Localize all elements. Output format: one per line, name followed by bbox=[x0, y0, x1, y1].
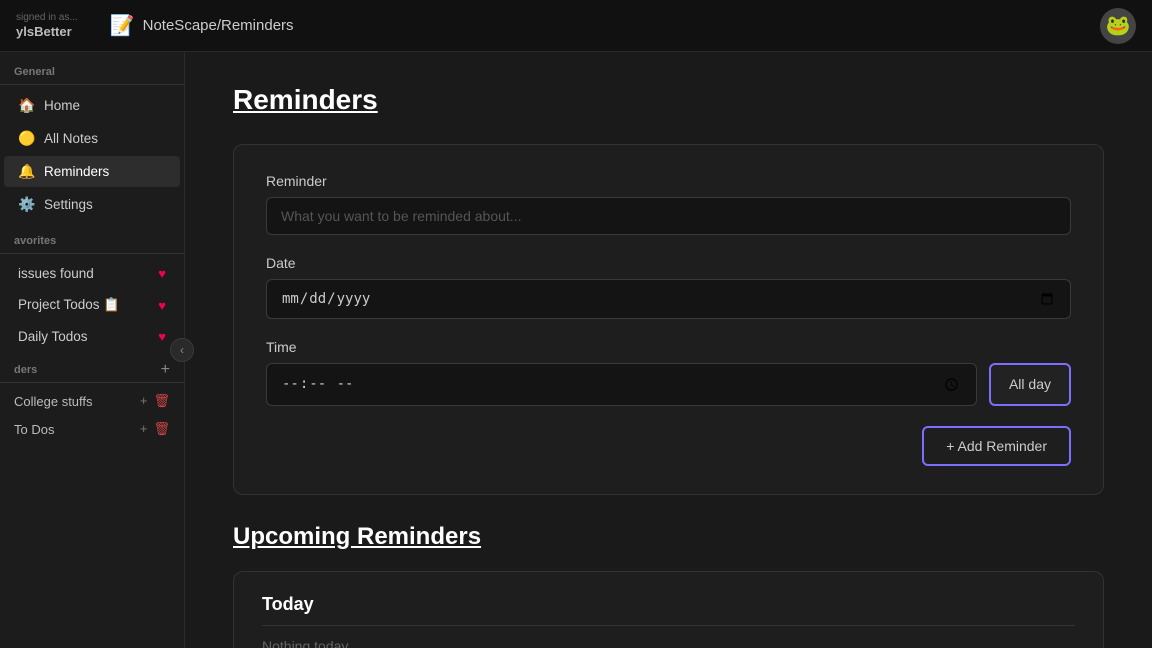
time-row: All day bbox=[266, 363, 1071, 406]
app-name-text: ylsBetter bbox=[16, 24, 78, 41]
app-layout: General 🏠 Home 🟡 All Notes 🔔 Reminders ⚙… bbox=[0, 52, 1152, 648]
general-section-label: General bbox=[0, 52, 184, 84]
sidebar-home-label: Home bbox=[44, 98, 166, 113]
sidebar: General 🏠 Home 🟡 All Notes 🔔 Reminders ⚙… bbox=[0, 52, 185, 648]
reminder-input[interactable] bbox=[266, 197, 1071, 235]
favorites-section-label: avorites bbox=[0, 221, 184, 253]
general-divider bbox=[0, 84, 184, 85]
favorites-divider bbox=[0, 253, 184, 254]
notes-icon: 🟡 bbox=[18, 130, 36, 147]
topbar-user-info: signed in as... ylsBetter bbox=[16, 11, 78, 41]
sidebar-item-all-notes[interactable]: 🟡 All Notes bbox=[4, 123, 180, 154]
date-form-group: Date bbox=[266, 255, 1071, 319]
home-icon: 🏠 bbox=[18, 97, 36, 114]
settings-icon: ⚙️ bbox=[18, 196, 36, 213]
sidebar-item-reminders[interactable]: 🔔 Reminders bbox=[4, 156, 180, 187]
delete-todos-button[interactable]: 🗑 bbox=[153, 421, 170, 437]
collapse-arrow-icon: ‹ bbox=[180, 343, 184, 357]
sidebar-folder-college[interactable]: College stuffs + 🗑 bbox=[0, 387, 184, 415]
page-title: Reminders bbox=[233, 84, 1104, 116]
upcoming-reminders-card: Today Nothing today bbox=[233, 571, 1104, 648]
add-note-todos-button[interactable]: + bbox=[140, 421, 148, 437]
add-folder-button[interactable]: + bbox=[161, 362, 170, 378]
sidebar-item-settings[interactable]: ⚙️ Settings bbox=[4, 189, 180, 220]
date-input[interactable] bbox=[266, 279, 1071, 319]
sidebar-item-home[interactable]: 🏠 Home bbox=[4, 90, 180, 121]
todos-folder-actions: + 🗑 bbox=[140, 421, 170, 437]
folders-divider bbox=[0, 382, 184, 383]
avatar-emoji: 🐸 bbox=[1106, 13, 1131, 38]
date-label: Date bbox=[266, 255, 1071, 271]
time-input-wrap bbox=[266, 363, 977, 406]
topbar: signed in as... ylsBetter 📝 NoteScape/Re… bbox=[0, 0, 1152, 52]
reminder-form-group: Reminder bbox=[266, 173, 1071, 235]
daily-todos-label: Daily Todos bbox=[18, 329, 150, 344]
add-note-college-button[interactable]: + bbox=[140, 393, 148, 409]
folders-label: ders bbox=[14, 364, 37, 376]
heart-icon-daily: ♥ bbox=[158, 329, 166, 344]
nothing-today-text: Nothing today bbox=[262, 638, 1075, 648]
college-folder-actions: + 🗑 bbox=[140, 393, 170, 409]
breadcrumb: NoteScape/Reminders bbox=[143, 17, 294, 34]
sidebar-item-daily-todos[interactable]: Daily Todos ♥ bbox=[4, 322, 180, 351]
time-input[interactable] bbox=[266, 363, 977, 406]
sidebar-all-notes-label: All Notes bbox=[44, 131, 166, 146]
heart-icon-project: ♥ bbox=[158, 298, 166, 313]
avatar: 🐸 bbox=[1100, 8, 1136, 44]
todos-folder-label: To Dos bbox=[14, 422, 54, 437]
today-divider bbox=[262, 625, 1075, 626]
sidebar-settings-label: Settings bbox=[44, 197, 166, 212]
main-content: Reminders Reminder Date Time All day bbox=[185, 52, 1152, 648]
add-reminder-row: + Add Reminder bbox=[266, 426, 1071, 466]
time-label: Time bbox=[266, 339, 1071, 355]
signed-in-as-text: signed in as... bbox=[16, 11, 78, 24]
heart-icon-issues: ♥ bbox=[158, 266, 166, 281]
college-folder-label: College stuffs bbox=[14, 394, 93, 409]
add-reminder-button[interactable]: + Add Reminder bbox=[922, 426, 1071, 466]
reminders-icon: 🔔 bbox=[18, 163, 36, 180]
time-form-group: Time All day bbox=[266, 339, 1071, 406]
add-reminder-card: Reminder Date Time All day + Add Reminde… bbox=[233, 144, 1104, 495]
sidebar-folder-todos[interactable]: To Dos + 🗑 bbox=[0, 415, 184, 443]
delete-college-button[interactable]: 🗑 bbox=[153, 393, 170, 409]
reminder-label: Reminder bbox=[266, 173, 1071, 189]
sidebar-item-project-todos[interactable]: Project Todos 📋 ♥ bbox=[4, 290, 180, 320]
issues-found-label: issues found bbox=[18, 266, 150, 281]
sidebar-collapse-button[interactable]: ‹ bbox=[170, 338, 194, 362]
all-day-button[interactable]: All day bbox=[989, 363, 1071, 406]
sidebar-reminders-label: Reminders bbox=[44, 164, 166, 179]
project-todos-label: Project Todos 📋 bbox=[18, 297, 150, 313]
sidebar-item-issues-found[interactable]: issues found ♥ bbox=[4, 259, 180, 288]
today-label: Today bbox=[262, 594, 1075, 615]
upcoming-title: Upcoming Reminders bbox=[233, 523, 1104, 551]
folders-section-header: ders + bbox=[0, 352, 184, 382]
notepad-icon: 📝 bbox=[110, 13, 135, 38]
